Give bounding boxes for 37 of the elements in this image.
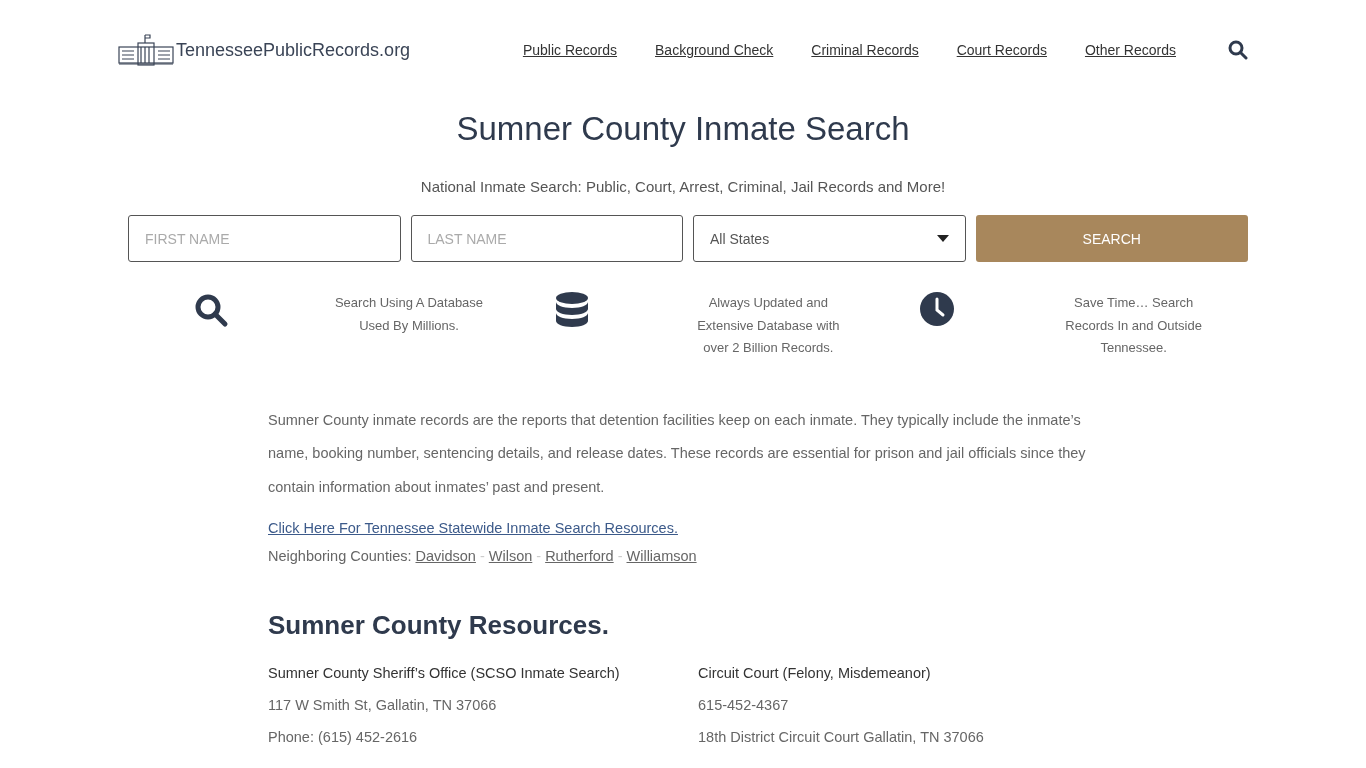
search-icon bbox=[193, 292, 229, 328]
clock-icon bbox=[919, 292, 954, 326]
feature-text: Always Updated and Extensive Database with over 2 Billion Records. bbox=[696, 294, 841, 357]
feature-text: Save Time… Search Records In and Outside Tennessee. bbox=[1064, 294, 1203, 357]
feature-text: Search Using A Database Used By Millions. bbox=[333, 294, 485, 335]
resource-title: Circuit Court (Felony, Misdemeanor) bbox=[698, 665, 932, 681]
resource-title: Sumner County Sheriff’s Office (SCSO Inmate Search) bbox=[268, 665, 621, 681]
intro-paragraph: Sumner County inmate records are the reports that detention facilities keep on each inmate. They typically include the inmate’s name, booking number, sentencing details, and release dates. These records are essential for prison and jail officials since they contain information about inmates’ past and present. bbox=[268, 410, 1087, 497]
search-icon[interactable] bbox=[1228, 40, 1248, 60]
county-link[interactable]: Williamson bbox=[626, 548, 697, 564]
page-title: Sumner County Inmate Search bbox=[455, 110, 911, 148]
nav-link[interactable]: Other Records bbox=[1084, 42, 1176, 58]
separator: - bbox=[479, 548, 485, 564]
resource-detail: 18th District Circuit Court Gallatin, TN 37066 bbox=[698, 729, 985, 745]
page-subtitle: National Inmate Search: Public, Court, Arrest, Criminal, Jail Records and More! bbox=[419, 178, 947, 195]
neighboring-counties-label: Neighboring Counties: bbox=[268, 548, 412, 564]
county-link[interactable]: Davidson bbox=[415, 548, 476, 564]
nav-link[interactable]: Criminal Records bbox=[811, 42, 919, 58]
separator: - bbox=[617, 548, 623, 564]
statewide-search-link[interactable]: Click Here For Tennessee Statewide Inmate Search Resources. bbox=[268, 520, 678, 536]
state-dropdown[interactable]: All States bbox=[693, 215, 966, 262]
caret-icon bbox=[936, 235, 949, 242]
resource-detail: 117 W Smith St, Gallatin, TN 37066 bbox=[268, 697, 498, 713]
county-link[interactable]: Wilson bbox=[488, 548, 533, 564]
county-link[interactable]: Rutherford bbox=[545, 548, 614, 564]
resources-heading: Sumner County Resources. bbox=[268, 610, 610, 641]
resource-detail: 615-452-4367 bbox=[698, 697, 790, 713]
separator: - bbox=[536, 548, 542, 564]
first-name-field[interactable]: FIRST NAME bbox=[128, 215, 401, 262]
nav-link[interactable]: Court Records bbox=[956, 42, 1047, 58]
site-logo-text[interactable]: TennesseePublicRecords.org bbox=[176, 39, 411, 61]
resource-detail: Phone: (615) 452-2616 bbox=[268, 729, 419, 745]
nav-link[interactable]: Background Check bbox=[655, 42, 774, 58]
last-name-field[interactable]: LAST NAME bbox=[410, 215, 683, 262]
nav-link[interactable]: Public Records bbox=[522, 42, 618, 58]
database-icon bbox=[556, 292, 589, 328]
capitol-building-icon bbox=[118, 34, 174, 66]
